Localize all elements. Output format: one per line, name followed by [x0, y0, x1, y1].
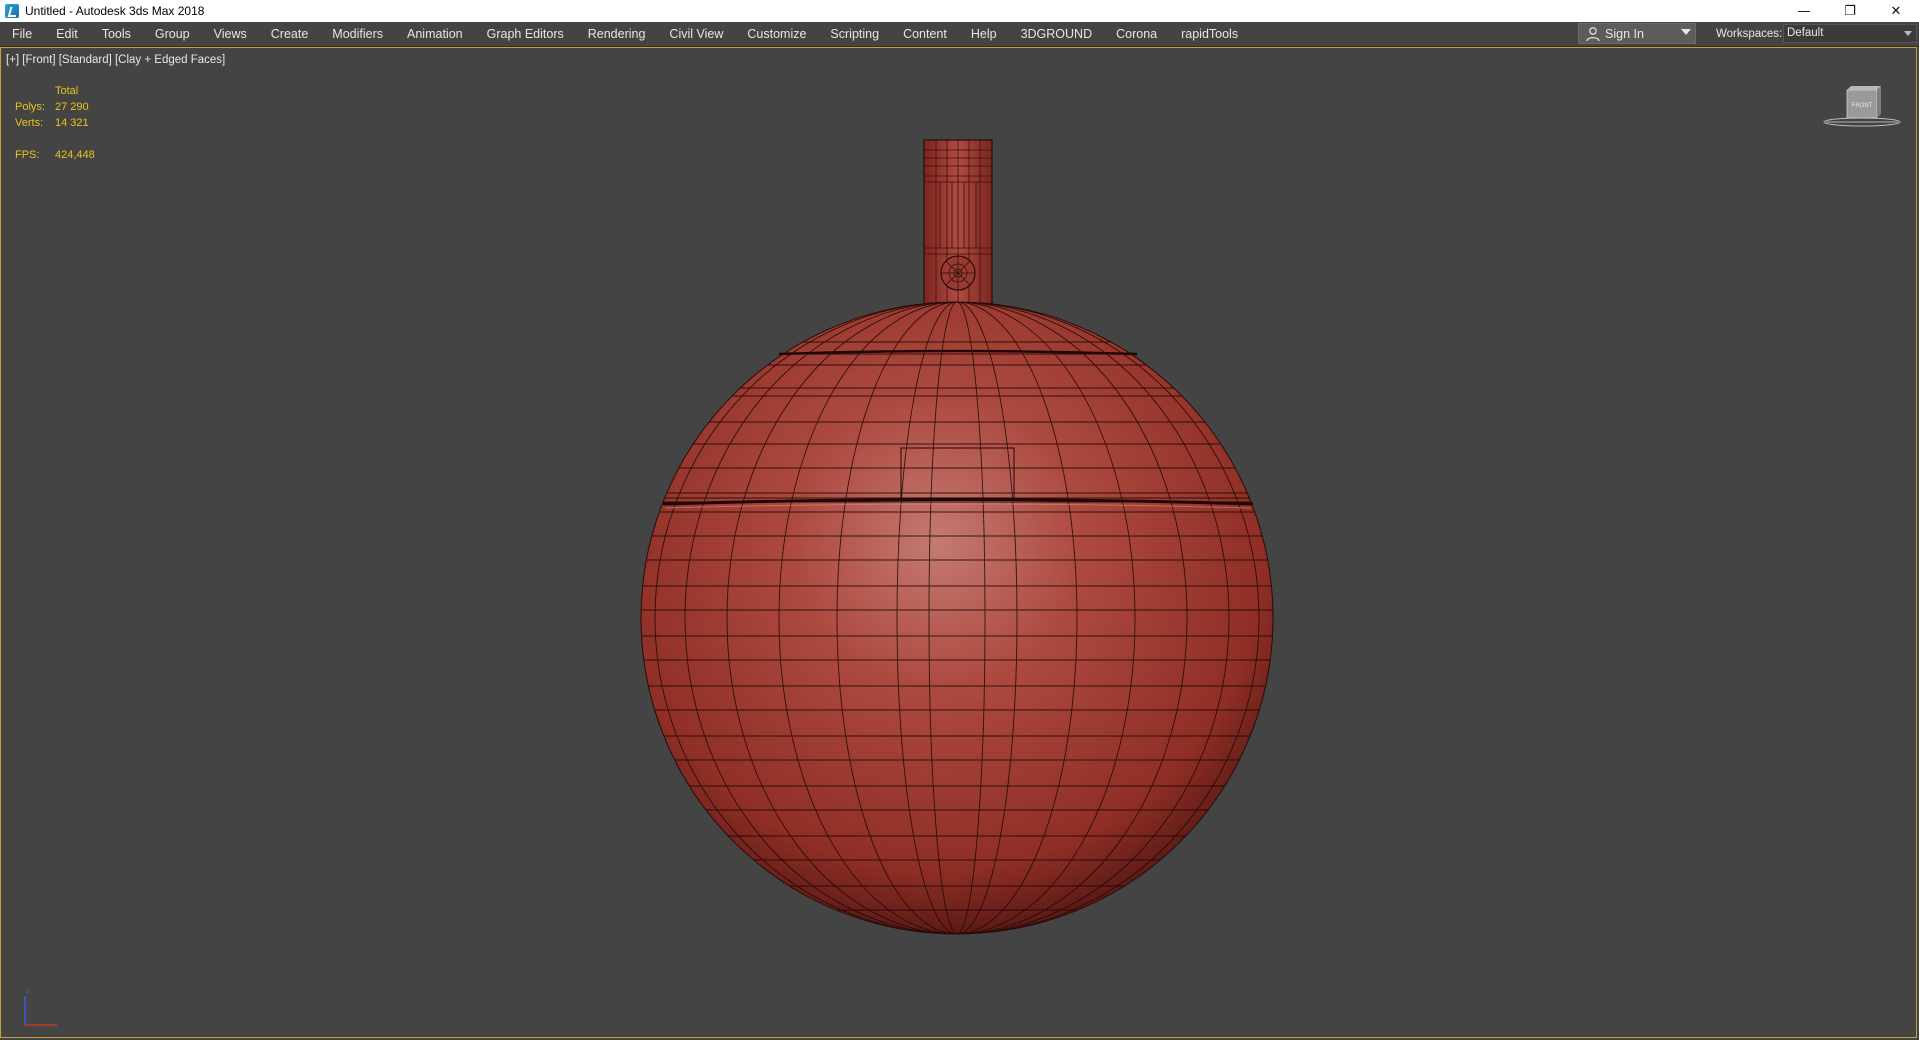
menu-animation[interactable]: Animation: [395, 22, 475, 46]
menu-tools[interactable]: Tools: [90, 22, 143, 46]
close-button[interactable]: ✕: [1873, 0, 1919, 22]
menu-content[interactable]: Content: [891, 22, 959, 46]
menu-graph-editors[interactable]: Graph Editors: [475, 22, 576, 46]
window-controls: — ❐ ✕: [1781, 0, 1919, 22]
menu-civil-view[interactable]: Civil View: [657, 22, 735, 46]
3dsmax-app-icon[interactable]: [5, 4, 19, 18]
menu-modifiers[interactable]: Modifiers: [320, 22, 395, 46]
menu-create[interactable]: Create: [259, 22, 321, 46]
menu-customize[interactable]: Customize: [735, 22, 818, 46]
title-bar: Untitled - Autodesk 3ds Max 2018 — ❐ ✕: [0, 0, 1919, 22]
viewcube-face-label: FRONT: [1852, 103, 1873, 109]
menu-edit[interactable]: Edit: [44, 22, 90, 46]
menu-help[interactable]: Help: [959, 22, 1009, 46]
axis-tripod-icon: z: [24, 988, 57, 1026]
viewcube[interactable]: FRONT: [1821, 84, 1903, 134]
workspaces-label: Workspaces:: [1716, 28, 1783, 40]
workspace-select[interactable]: Default: [1783, 24, 1917, 43]
menu-rendering[interactable]: Rendering: [576, 22, 658, 46]
menu-file[interactable]: File: [0, 22, 44, 46]
sphere-model[interactable]: [1, 48, 1918, 1039]
minimize-button[interactable]: —: [1781, 0, 1827, 22]
neck-cylinder: [923, 139, 993, 306]
svg-text:z: z: [26, 988, 30, 995]
chevron-down-icon: [1681, 29, 1691, 35]
menu-corona[interactable]: Corona: [1104, 22, 1169, 46]
menu-group[interactable]: Group: [143, 22, 202, 46]
sign-in-label: Sign In: [1605, 26, 1644, 41]
menu-3dground[interactable]: 3DGROUND: [1009, 22, 1105, 46]
sphere-body: [640, 301, 1274, 935]
menu-scripting[interactable]: Scripting: [818, 22, 891, 46]
menu-views[interactable]: Views: [202, 22, 259, 46]
window-title: Untitled - Autodesk 3ds Max 2018: [25, 4, 205, 18]
menu-rapidtools[interactable]: rapidTools: [1169, 22, 1250, 46]
chevron-down-icon: [1904, 31, 1912, 36]
sign-in-dropdown[interactable]: Sign In: [1578, 23, 1696, 44]
front-viewport[interactable]: [+] [Front] [Standard] [Clay + Edged Fac…: [0, 47, 1917, 1038]
restore-button[interactable]: ❐: [1827, 0, 1873, 22]
workspace-value: Default: [1787, 27, 1824, 39]
user-icon: [1586, 26, 1600, 41]
